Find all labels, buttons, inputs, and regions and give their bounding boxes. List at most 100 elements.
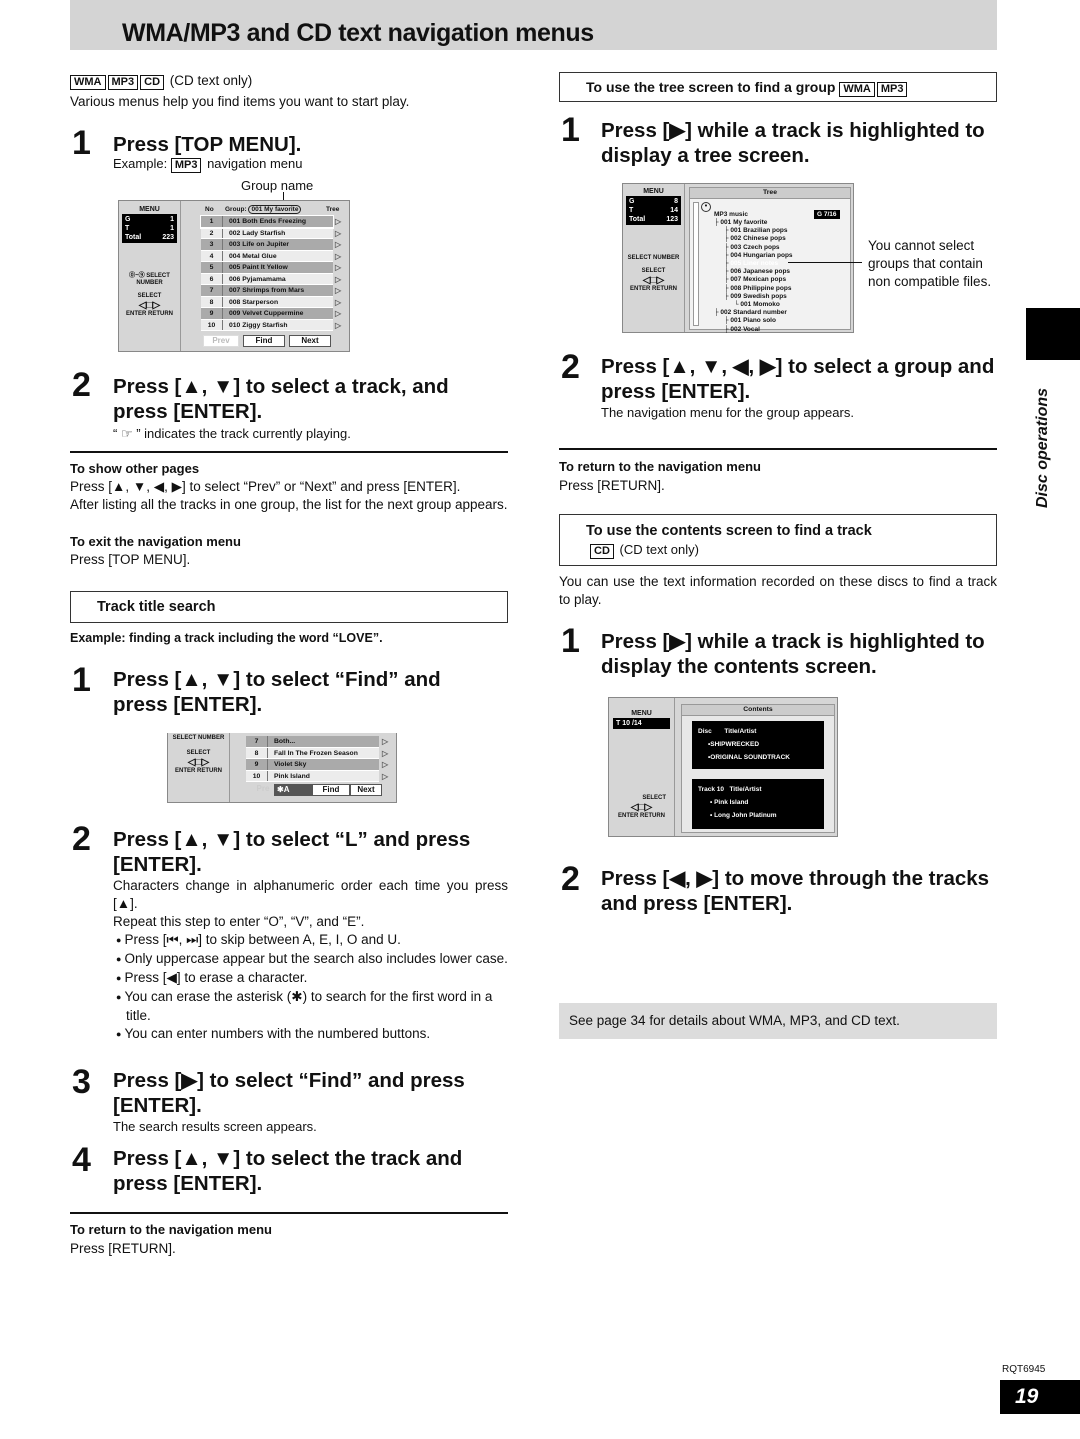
tree-arrow-icon[interactable]: ▷ [335, 274, 341, 286]
track-title: 009 Velvet Cuppermine [229, 310, 304, 317]
track-row[interactable]: 8 Fall In The Frozen Season [246, 747, 379, 759]
tree-node[interactable]: ├ 002 Chinese pops [714, 235, 793, 243]
counter-box: G8 T 14 Total 123 [626, 196, 681, 225]
select-number-label: ⓪~⑨ SELECT NUMBER [129, 273, 170, 286]
step-title: Press [▲, ▼] to select the track and pre… [113, 1147, 463, 1195]
search-input[interactable]: ✱A [274, 784, 312, 796]
track-row[interactable]: 3 003 Life on Jupiter [201, 239, 333, 251]
section-box: To use the tree screen to find a group W… [559, 72, 997, 102]
tree-node[interactable]: ├ 003 Czech pops [714, 244, 793, 252]
group-name: 001 My favorite [248, 205, 302, 214]
track-number: 3 [201, 239, 223, 250]
track-title: 002 Lady Starfish [229, 229, 286, 237]
tree-arrow-icon[interactable]: ▷ [382, 748, 388, 760]
doc-code: RQT6945 [1002, 1364, 1046, 1375]
tree-arrow-icon[interactable]: ▷ [382, 771, 388, 783]
track-row[interactable]: 10 010 Ziggy Starfish [201, 319, 333, 331]
group-badge: G 7/16 [814, 210, 840, 219]
tree-arrow-icon[interactable]: ▷ [335, 251, 341, 263]
tree-arrow-icon[interactable]: ▷ [335, 216, 341, 228]
scrollbar[interactable] [693, 202, 699, 326]
track-row[interactable]: 9 009 Velvet Cuppermine [201, 308, 333, 320]
tree-arrows: ▷ ▷ ▷ ▷ ▷ ▷ ▷ ▷ ▷ ▷ [335, 216, 341, 331]
prev-button[interactable]: Prev [203, 335, 239, 347]
tag-wma: WMA [839, 82, 875, 97]
contents-title: Contents [682, 705, 834, 716]
enter-return-labels: ENTER RETURN [617, 813, 665, 819]
tree-node[interactable]: ├ 004 Hungarian pops [714, 252, 793, 260]
track-row[interactable]: 5 005 Paint It Yellow [201, 262, 333, 274]
tree-arrow-icon[interactable]: ▷ [335, 308, 341, 320]
screen-left-panel: SELECT NUMBER SELECT ◁□▷ ENTER RETURN [168, 733, 230, 802]
dpad-icon: ◁□▷ [187, 757, 210, 768]
dpad-icon: ◁□▷ [138, 300, 161, 311]
track-row[interactable]: 7 007 Shrimps from Mars [201, 285, 333, 297]
track-row[interactable]: 6 006 Pyjamamama [201, 273, 333, 285]
page-header: WMA/MP3 and CD text navigation menus [70, 0, 997, 50]
track-row[interactable]: 9 Violet Sky [246, 759, 379, 771]
tree-arrow-icon[interactable]: ▷ [382, 736, 388, 748]
step-note: The search results screen appears. [113, 1119, 317, 1134]
track-row[interactable]: 2 002 Lady Starfish [201, 227, 333, 239]
track-number: 2 [201, 227, 223, 238]
track-row[interactable]: 8 008 Starperson [201, 296, 333, 308]
track-title: Both... [274, 738, 296, 745]
tree-arrow-icon[interactable]: ▷ [335, 320, 341, 332]
track-number: 10 [246, 770, 268, 781]
tree-node[interactable]: ├ 009 Swedish pops [714, 293, 793, 301]
tree-arrow-icon[interactable]: ▷ [335, 297, 341, 309]
dpad-icon: ◁□▷ [630, 802, 653, 813]
tree-node[interactable]: ├ 007 Mexican pops [714, 276, 793, 284]
tree-node[interactable]: ├ 001 My favorite [714, 219, 793, 227]
step-number: 3 [72, 1063, 91, 1101]
tag-mp3: MP3 [876, 82, 908, 97]
disc-icon: • [701, 202, 711, 212]
menu-label: MENU [139, 206, 160, 213]
intro-text: Various menus help you find items you wa… [70, 94, 410, 109]
next-button[interactable]: Next [289, 335, 331, 347]
track-number: 9 [201, 308, 223, 319]
tree-node[interactable]: ├ 001 Piano solo [714, 317, 793, 325]
tree-arrow-icon[interactable]: ▷ [382, 759, 388, 771]
step-note: “ ☞ ” indicates the track currently play… [113, 426, 351, 441]
track-row[interactable]: 7 Both... [246, 736, 379, 748]
step-title: Press [▶] while a track is highlighted t… [601, 119, 985, 167]
enter-return-labels: ENTER RETURN [629, 286, 677, 292]
counter-box: G1 T1 Total 223 [122, 214, 177, 243]
body-text: Press [RETURN]. [559, 478, 665, 493]
col-no: No [205, 206, 214, 213]
dpad-icon: ◁□▷ [642, 275, 665, 286]
step-number: 4 [72, 1141, 91, 1179]
tree-arrow-icon[interactable]: ▷ [335, 228, 341, 240]
track-number: 9 [246, 759, 268, 770]
track-row[interactable]: 10 Pink Island [246, 770, 379, 782]
track-row[interactable]: 4 004 Metal Glue [201, 250, 333, 262]
step-number: 1 [72, 124, 91, 162]
step-title: Press [▲, ▼] to select a track, and pres… [113, 375, 449, 423]
tree-node[interactable]: ├ 002 Vocal [714, 326, 793, 334]
track-row[interactable]: 1 001 Both Ends Freezing [200, 215, 334, 229]
section-box: To use the contents screen to find a tra… [559, 514, 997, 566]
bullet-item: Press [◀] to erase a character. [116, 969, 508, 988]
section-title: To use the tree screen to find a group W… [586, 79, 909, 97]
tree-arrow-icon[interactable]: ▷ [335, 285, 341, 297]
tree-node[interactable]: └ 001 Momoko [714, 301, 793, 309]
subheading: To return to the navigation menu [559, 459, 761, 474]
screen-left-panel: MENU G1 T1 Total 223 ⓪~⑨ SELECT NUMBER SE… [119, 201, 181, 351]
step-title: Press [▲, ▼, ◀, ▶] to select a group and… [601, 355, 995, 403]
tree-panel: Tree • G 7/16 MP3 music ├ 001 My favorit… [689, 187, 851, 333]
callout-line [788, 262, 862, 263]
next-button[interactable]: Next [350, 784, 382, 796]
select-number-label: SELECT NUMBER [172, 735, 225, 741]
section-title: To use the contents screen to find a tra… [586, 523, 872, 539]
tree-screen: MENU G8 T 14 Total 123 SELECT NUMBER SELEC… [622, 183, 854, 333]
tree-arrow-icon[interactable]: ▷ [335, 239, 341, 251]
tree-title: Tree [690, 188, 850, 199]
step-title: Press [▲, ▼] to select “Find” and press … [113, 668, 441, 716]
tree-node[interactable]: ├ 008 Philippine pops [714, 285, 793, 293]
menu-label: MENU [631, 710, 652, 717]
find-button[interactable]: Find [243, 335, 285, 347]
find-button[interactable]: Find [312, 784, 350, 796]
tree-arrow-icon[interactable]: ▷ [335, 262, 341, 274]
tree-node: ├ 005 Liner notes [724, 260, 779, 268]
